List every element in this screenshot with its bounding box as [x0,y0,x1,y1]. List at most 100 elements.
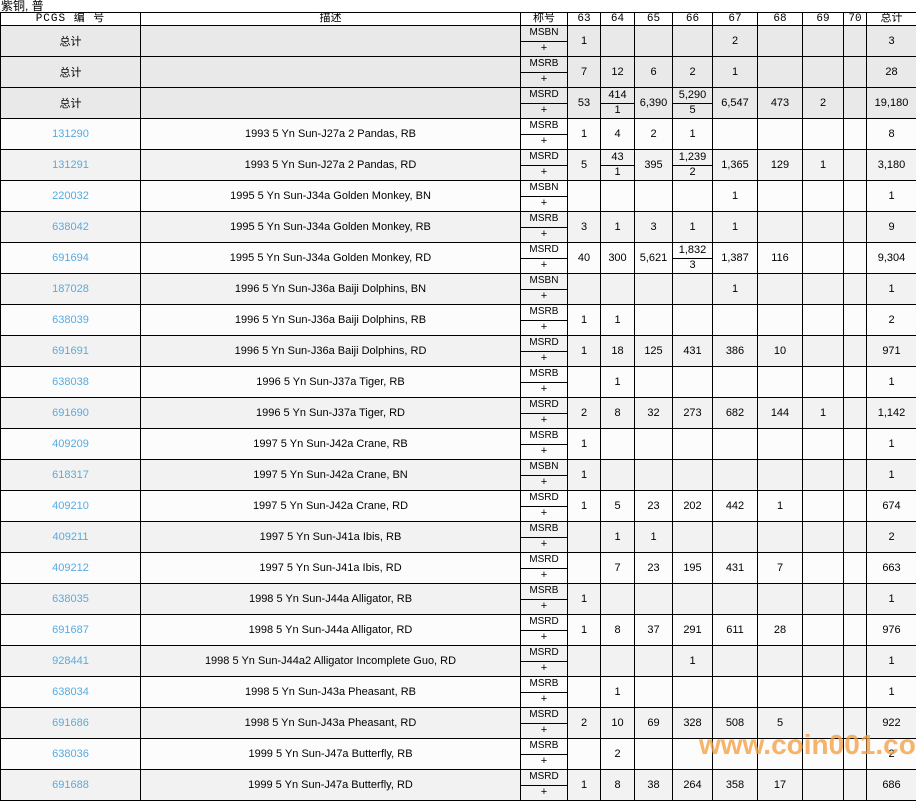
grade-cell-67: 682 [713,398,758,429]
designation-label: MSBN [521,460,567,476]
row-total-cell: 976 [867,615,916,646]
grade-count: 7 [581,66,587,78]
designation-cell: MSRB+ [521,57,568,88]
grade-cell-65: 23 [635,553,673,584]
grade-cell-70 [844,181,867,212]
pcgs-number-cell: 131290 [1,119,141,150]
grade-count: 291 [683,624,701,636]
row-total-cell: 2 [867,522,916,553]
pcgs-number-cell: 409209 [1,429,141,460]
pcgs-number-link[interactable]: 638038 [52,376,89,388]
grade-cell-65 [635,429,673,460]
pcgs-number-cell: 131291 [1,150,141,181]
row-total: 1 [888,593,894,605]
pcgs-number-link[interactable]: 691686 [52,717,89,729]
grade-cell-66: 5,2905 [673,88,713,119]
grade-cell-65 [635,26,673,57]
grade-cell-66: 2 [673,57,713,88]
pcgs-number-link[interactable]: 409211 [53,531,89,543]
pcgs-number-link[interactable]: 618317 [52,469,89,481]
grade-cell-64: 2 [601,739,635,770]
row-total-cell: 9 [867,212,916,243]
plus-grade-count: 2 [673,166,712,181]
pcgs-number-link[interactable]: 638035 [52,593,89,605]
grade-count: 5,621 [640,252,668,264]
pcgs-number-link[interactable]: 691688 [52,779,89,791]
plus-grade-count: 1 [601,104,634,119]
table-row: 1312911993 5 Yn Sun-J27a 2 Pandas, RDMSR… [1,150,916,181]
grade-cell-69 [803,584,844,615]
designation-cell: MSRD+ [521,615,568,646]
grade-count: 5,290 [673,88,712,104]
col-header-grade-63: 63 [568,13,601,26]
pcgs-number-link[interactable]: 928441 [52,655,89,667]
grade-cell-65: 38 [635,770,673,801]
table-row: 1312901993 5 Yn Sun-J27a 2 Pandas, RBMSR… [1,119,916,150]
coin-description-cell: 1998 5 Yn Sun-J43a Pheasant, RD [141,708,521,739]
coin-description-cell: 1996 5 Yn Sun-J36a Baiji Dolphins, RB [141,305,521,336]
pcgs-number-cell: 409212 [1,553,141,584]
pcgs-number-cell: 638042 [1,212,141,243]
grade-cell-67 [713,429,758,460]
grade-count: 1 [689,128,695,140]
pcgs-number-link[interactable]: 691694 [52,252,89,264]
pcgs-number-link[interactable]: 638036 [52,748,89,760]
pcgs-number-link[interactable]: 220032 [52,190,89,202]
pcgs-number-link[interactable]: 638042 [52,221,89,233]
pcgs-number-link[interactable]: 187028 [52,283,89,295]
pcgs-number-link[interactable]: 131290 [52,128,89,140]
coin-description-cell: 1995 5 Yn Sun-J34a Golden Monkey, RD [141,243,521,274]
table-header: PCGS 编 号描述称号6364656667686970总计 [1,13,916,26]
total-label: 总计 [60,67,82,79]
designation-cell: MSRD+ [521,770,568,801]
grade-count: 1,832 [673,243,712,259]
pcgs-number-cell: 691694 [1,243,141,274]
coin-description-cell: 1997 5 Yn Sun-J42a Crane, RD [141,491,521,522]
designation-cell: MSRD+ [521,553,568,584]
coin-description-cell: 1998 5 Yn Sun-J44a Alligator, RB [141,584,521,615]
pcgs-number-link[interactable]: 409210 [52,500,89,512]
row-total: 1 [888,376,894,388]
grade-cell-70 [844,305,867,336]
grade-cell-64: 1 [601,305,635,336]
pcgs-number-link[interactable]: 409209 [52,438,89,450]
grade-count: 1 [614,376,620,388]
grade-count: 129 [771,159,789,171]
grade-cell-69 [803,212,844,243]
grade-cell-63: 1 [568,26,601,57]
plus-designation-label: + [521,42,567,57]
pcgs-number-link[interactable]: 131291 [52,159,89,171]
plus-designation-label: + [521,445,567,460]
population-table: PCGS 编 号描述称号6364656667686970总计 总计MSBN+12… [0,12,916,801]
grade-cell-68 [758,119,803,150]
pcgs-number-link[interactable]: 691690 [52,407,89,419]
pcgs-number-link[interactable]: 638039 [52,314,89,326]
grade-cell-63: 1 [568,615,601,646]
grade-count: 43 [601,150,634,166]
grade-cell-67: 386 [713,336,758,367]
grade-count: 5 [777,717,783,729]
total-label-cell: 总计 [1,57,141,88]
grade-cell-68 [758,212,803,243]
pcgs-number-cell: 691690 [1,398,141,429]
grade-cell-63: 2 [568,708,601,739]
coin-description: 1995 5 Yn Sun-J34a Golden Monkey, RB [230,221,431,233]
row-total: 674 [882,500,900,512]
plus-designation-label: + [521,352,567,367]
pcgs-number-link[interactable]: 409212 [52,562,89,574]
grade-count: 1 [732,283,738,295]
pcgs-number-link[interactable]: 691691 [52,345,89,357]
grade-count: 10 [611,717,623,729]
col-header-grade-65: 65 [635,13,673,26]
grade-count: 442 [726,500,744,512]
pcgs-number-link[interactable]: 691687 [52,624,89,636]
pcgs-number-cell: 691691 [1,336,141,367]
row-total-cell: 1 [867,367,916,398]
pcgs-number-link[interactable]: 638034 [52,686,89,698]
grade-cell-66: 1,2392 [673,150,713,181]
row-total: 976 [882,624,900,636]
row-total-cell: 2 [867,305,916,336]
grade-cell-67 [713,367,758,398]
grade-count: 5 [581,159,587,171]
grade-cell-64: 5 [601,491,635,522]
